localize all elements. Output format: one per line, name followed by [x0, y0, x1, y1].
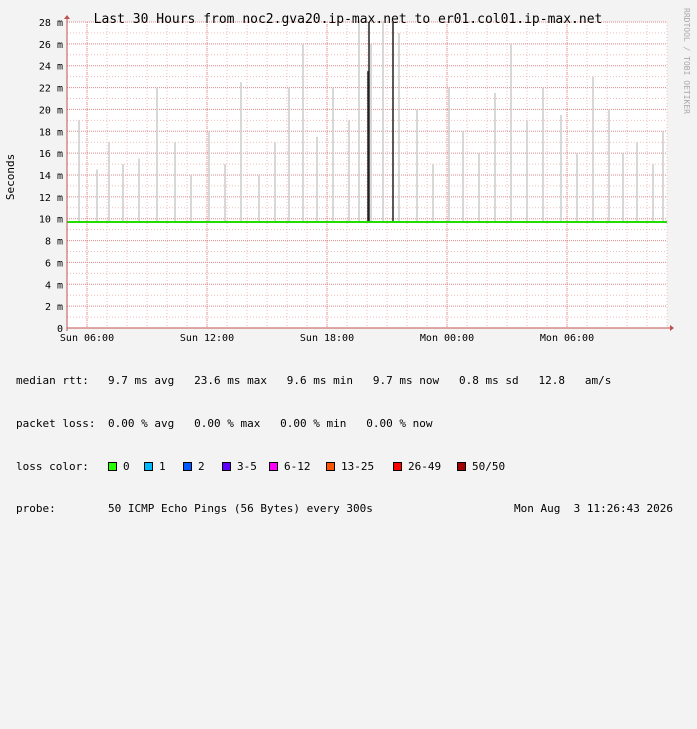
y-tick-label: 10 m	[39, 215, 63, 226]
y-tick-label: 24 m	[39, 62, 63, 73]
loss-label-1: 1	[159, 459, 166, 473]
packet-loss-label: packet loss:	[16, 417, 96, 430]
x-tick-label: Mon 06:00	[540, 333, 594, 344]
loss-swatch-1	[144, 461, 153, 471]
loss-swatch-0	[108, 461, 117, 471]
y-tick-label: 28 m	[39, 18, 63, 29]
latency-chart: 02 m4 m6 m8 m10 m12 m14 m16 m18 m20 m22 …	[4, 8, 691, 344]
loss-swatch-4	[269, 461, 278, 471]
loss-swatch-5	[326, 461, 335, 471]
loss-swatch-7	[457, 461, 466, 471]
x-tick-label: Sun 12:00	[180, 333, 234, 344]
loss-label-4: 6-12	[284, 459, 311, 473]
timestamp: Mon Aug 3 11:26:43 2026	[514, 502, 673, 516]
loss-label-2: 2	[198, 459, 205, 473]
y-tick-label: 26 m	[39, 40, 63, 51]
median-rtt-values: 9.7 ms avg 23.6 ms max 9.6 ms min 9.7 ms…	[108, 374, 612, 388]
y-tick-label: 12 m	[39, 193, 63, 204]
y-tick-label: 8 m	[45, 237, 63, 248]
loss-label-5: 13-25	[341, 459, 375, 473]
x-tick-label: Sun 06:00	[60, 333, 114, 344]
y-axis-arrow	[64, 15, 70, 19]
y-tick-label: 22 m	[39, 84, 63, 95]
median-rtt-label: median rtt:	[16, 374, 89, 388]
y-tick-label: 18 m	[39, 127, 63, 138]
y-tick-label: 20 m	[39, 105, 63, 116]
loss-label-7: 50/50	[472, 459, 506, 473]
loss-color-label: loss color:	[16, 459, 89, 473]
x-axis-arrow	[670, 325, 674, 331]
packet-loss-row: packet loss: 0.00 % avg 0.00 % max 0.00 …	[16, 417, 686, 431]
loss-label-0: 0	[123, 459, 130, 473]
probe-text: 50 ICMP Echo Pings (56 Bytes) every 300s	[108, 502, 373, 516]
median-rtt-row: median rtt: 9.7 ms avg 23.6 ms max 9.6 m…	[16, 374, 686, 388]
loss-label-3: 3-5	[237, 459, 257, 473]
packet-loss-values: 0.00 % avg 0.00 % max 0.00 % min 0.00 % …	[108, 417, 433, 430]
chart-title: Last 30 Hours from noc2.gva20.ip-max.net…	[94, 12, 603, 27]
x-tick-label: Sun 18:00	[300, 333, 354, 344]
y-axis-label: Seconds	[4, 154, 17, 200]
loss-color-row: loss color: 0 1 2 3-5 6-12 13-25 26-49 5…	[16, 460, 686, 474]
y-tick-label: 6 m	[45, 258, 63, 269]
probe-label: probe:	[16, 502, 56, 516]
y-tick-label: 2 m	[45, 302, 63, 313]
x-tick-label: Mon 00:00	[420, 333, 474, 344]
y-tick-label: 16 m	[39, 149, 63, 160]
smokeping-graph: 0 2 m 4 m 6 m 8 m 10 m 12 m 14 m 16 m 18 m 20 m 22 …	[0, 0, 697, 515]
y-tick-label: 14 m	[39, 171, 63, 182]
loss-label-6: 26-49	[408, 459, 442, 473]
loss-swatch-3	[222, 461, 231, 471]
y-tick-label: 4 m	[45, 280, 63, 291]
loss-swatch-6	[393, 461, 402, 471]
legend: median rtt: 9.7 ms avg 23.6 ms max 9.6 m…	[16, 346, 686, 545]
probe-row: probe: 50 ICMP Echo Pings (56 Bytes) eve…	[16, 502, 686, 516]
rrdtool-watermark: RRDTOOL / TOBI OETIKER	[682, 8, 691, 114]
loss-swatch-2	[183, 461, 192, 471]
